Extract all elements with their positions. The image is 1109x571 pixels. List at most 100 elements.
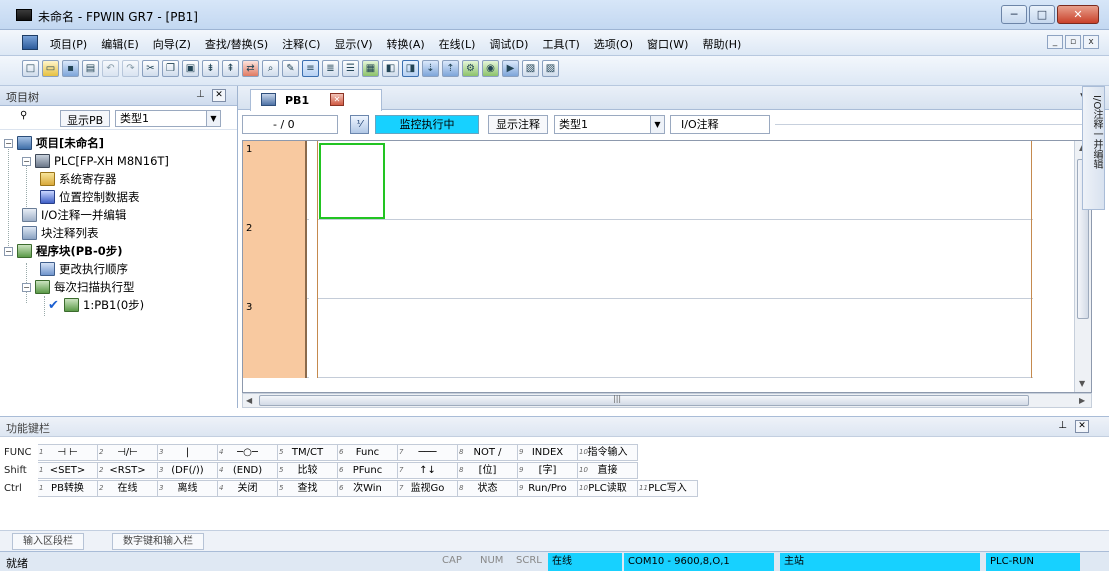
tree-item-program-block[interactable]: − 程序块(PB-0步) xyxy=(4,242,122,260)
compile-icon[interactable]: ▦ xyxy=(362,60,379,77)
tree-item-system-register[interactable]: 系统寄存器 xyxy=(40,170,117,188)
menu-wizard[interactable]: 向导(Z) xyxy=(153,36,191,52)
fk-pb-convert[interactable]: 1 PB转换 xyxy=(38,479,98,497)
fk-set[interactable]: 1 <SET> xyxy=(38,461,98,479)
fk-pfunc[interactable]: 6 PFunc xyxy=(338,461,398,479)
tab-input-section[interactable]: 输入区段栏 xyxy=(12,533,84,550)
paste-icon[interactable]: ▣ xyxy=(182,60,199,77)
fk-run-pro[interactable]: 9 Run/Pro xyxy=(518,479,578,497)
fk-vertical-line[interactable]: 3 | xyxy=(158,443,218,461)
mdi-close-button[interactable]: x xyxy=(1083,35,1099,49)
upload-icon[interactable]: ⇡ xyxy=(442,60,459,77)
run-icon[interactable]: ▶ xyxy=(502,60,519,77)
collapse-icon[interactable]: − xyxy=(4,138,13,148)
panel-close-icon[interactable]: ✕ xyxy=(212,89,226,102)
scroll-thumb[interactable] xyxy=(259,395,1029,406)
scroll-right-icon[interactable]: ▶ xyxy=(1079,396,1085,405)
collapse-icon[interactable]: − xyxy=(22,282,31,292)
fk-status[interactable]: 8 状态 xyxy=(458,479,518,497)
tree-item-plc[interactable]: − PLC[FP-XH M8N16T] xyxy=(22,152,169,170)
fk-offline[interactable]: 3 离线 xyxy=(158,479,218,497)
tree-filter-icon[interactable]: ⚲ xyxy=(20,110,42,126)
menu-window[interactable]: 窗口(W) xyxy=(647,36,688,52)
tree-item-pb1[interactable]: ✔ 1:PB1(0步) xyxy=(48,296,144,314)
edit-cursor[interactable] xyxy=(319,143,385,219)
find-icon[interactable]: ⌕ xyxy=(262,60,279,77)
pin-icon[interactable]: ⊥ xyxy=(1058,420,1067,431)
menu-convert[interactable]: 转换(A) xyxy=(387,36,425,52)
tab-numeric-input[interactable]: 数字键和输入栏 xyxy=(112,533,204,550)
fk-close[interactable]: 4 关闭 xyxy=(218,479,278,497)
ladder-rung[interactable]: 3 xyxy=(243,299,1033,378)
tree-type-select[interactable]: 类型1 ▼ xyxy=(115,110,221,127)
fk-monitor-go[interactable]: 7 监视Go xyxy=(398,479,458,497)
delete-row-icon[interactable]: ⇞ xyxy=(222,60,239,77)
boolean-view-icon[interactable]: ≣ xyxy=(322,60,339,77)
tree-item-block-comment[interactable]: 块注释列表 xyxy=(22,224,99,242)
fk-contact-b[interactable]: 2 ⊣/⊢ xyxy=(98,443,158,461)
fk-not[interactable]: 8 NOT / xyxy=(458,443,518,461)
fk-direct[interactable]: 10 直接 xyxy=(578,461,638,479)
comment-type-select[interactable]: 类型1 ▼ xyxy=(554,115,665,134)
tree-item-io-comment[interactable]: I/O注释一并编辑 xyxy=(22,206,126,224)
fk-rst[interactable]: 2 <RST> xyxy=(98,461,158,479)
fk-plc-write[interactable]: 11 PLC写入 xyxy=(638,479,698,497)
horizontal-scrollbar[interactable]: ◀ ||| ▶ xyxy=(242,393,1092,408)
menu-online[interactable]: 在线(L) xyxy=(439,36,476,52)
maximize-button[interactable]: □ xyxy=(1029,5,1055,24)
save-icon[interactable]: ▪ xyxy=(62,60,79,77)
tab-close-icon[interactable]: ✕ xyxy=(330,93,344,106)
tree-item-position-table[interactable]: 位置控制数据表 xyxy=(40,188,140,206)
tree-item-project[interactable]: − 项目[未命名] xyxy=(4,134,104,152)
window-icon[interactable]: ▨ xyxy=(542,60,559,77)
tree-item-change-order[interactable]: 更改执行顺序 xyxy=(40,260,128,278)
ladder-view-icon[interactable]: ≡ xyxy=(302,60,319,77)
fk-plc-read[interactable]: 10 PLC读取 xyxy=(578,479,638,497)
monitor-toggle-icon[interactable]: ⅟ xyxy=(350,115,369,134)
side-tab-io-comment[interactable]: I/O注释一并编辑 xyxy=(1082,86,1105,210)
menu-options[interactable]: 选项(O) xyxy=(594,36,633,52)
panel-close-icon[interactable]: ✕ xyxy=(1075,420,1089,433)
fk-index[interactable]: 9 INDEX xyxy=(518,443,578,461)
open-folder-icon[interactable]: ▭ xyxy=(42,60,59,77)
menu-debug[interactable]: 调试(D) xyxy=(489,36,528,52)
minimize-button[interactable]: ─ xyxy=(1001,5,1027,24)
fk-end[interactable]: 4 (END) xyxy=(218,461,278,479)
undo-icon[interactable]: ↶ xyxy=(102,60,119,77)
menu-tools[interactable]: 工具(T) xyxy=(542,36,579,52)
copy-icon[interactable]: ❐ xyxy=(162,60,179,77)
redo-icon[interactable]: ↷ xyxy=(122,60,139,77)
fk-df[interactable]: 3 (DF(/)) xyxy=(158,461,218,479)
show-pb-button[interactable]: 显示PB xyxy=(60,110,111,127)
scroll-left-icon[interactable]: ◀ xyxy=(246,396,252,405)
online-edit-icon[interactable]: ◨ xyxy=(402,60,419,77)
fk-timer-counter[interactable]: 5 TM/CT xyxy=(278,443,338,461)
print-icon[interactable]: ▤ xyxy=(82,60,99,77)
list-view-icon[interactable]: ☰ xyxy=(342,60,359,77)
mdi-minimize-button[interactable]: _ xyxy=(1047,35,1063,49)
io-comment-field[interactable]: I/O注释 xyxy=(670,115,770,134)
download-icon[interactable]: ⇣ xyxy=(422,60,439,77)
tab-pb1[interactable]: PB1 ✕ xyxy=(250,89,382,111)
ladder-diagram[interactable]: 1 2 3 ▲ ▼ xyxy=(242,140,1092,393)
menu-edit[interactable]: 编辑(E) xyxy=(101,36,139,52)
fk-contact-a[interactable]: 1 ⊣ ⊢ xyxy=(38,443,98,461)
scroll-down-icon[interactable]: ▼ xyxy=(1079,379,1085,388)
fk-coil[interactable]: 4 ─○─ xyxy=(218,443,278,461)
fk-word[interactable]: 9 [字] xyxy=(518,461,578,479)
collapse-icon[interactable]: − xyxy=(22,156,31,166)
document-icon[interactable] xyxy=(22,35,38,50)
comment-icon[interactable]: ✎ xyxy=(282,60,299,77)
fk-bit[interactable]: 8 [位] xyxy=(458,461,518,479)
menu-comment[interactable]: 注释(C) xyxy=(282,36,320,52)
status-icon[interactable]: ◉ xyxy=(482,60,499,77)
close-button[interactable]: ✕ xyxy=(1057,5,1099,24)
new-file-icon[interactable]: □ xyxy=(22,60,39,77)
debug-icon[interactable]: ⚙ xyxy=(462,60,479,77)
tree-item-scan-execution[interactable]: − 每次扫描执行型 xyxy=(22,278,135,296)
fk-compare[interactable]: 5 比较 xyxy=(278,461,338,479)
menu-find-replace[interactable]: 查找/替换(S) xyxy=(205,36,268,52)
fk-instruction-input[interactable]: 10 指令输入 xyxy=(578,443,638,461)
fk-func[interactable]: 6 Func xyxy=(338,443,398,461)
display-icon[interactable]: ▧ xyxy=(522,60,539,77)
